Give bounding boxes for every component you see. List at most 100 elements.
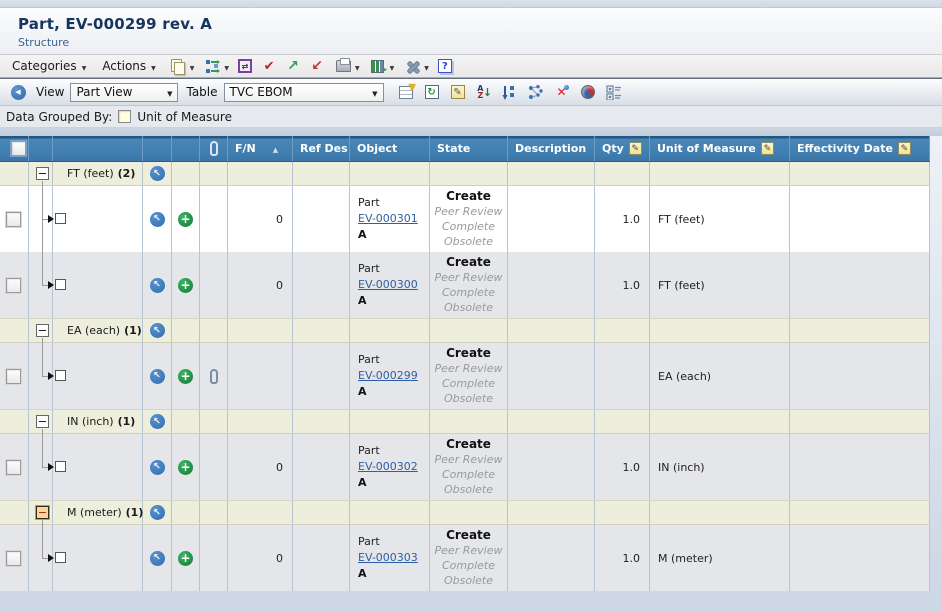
row-checkbox[interactable]	[6, 460, 21, 475]
header-effectivity[interactable]: Effectivity Date	[790, 136, 930, 161]
navigate-group-icon[interactable]	[150, 505, 165, 520]
mass-edit-button[interactable]	[448, 83, 468, 102]
approve-button[interactable]	[259, 57, 279, 76]
qty-cell[interactable]: 1.0	[595, 525, 650, 591]
expand-structure-button[interactable]	[55, 461, 66, 472]
row-checkbox[interactable]	[6, 369, 21, 384]
edit-pencil-icon[interactable]	[629, 142, 642, 155]
actions-menu[interactable]: Actions	[96, 57, 161, 75]
uom-cell[interactable]: EA (each)	[650, 343, 790, 409]
object-link[interactable]: EV-000299	[358, 368, 418, 384]
expand-tree-button[interactable]	[526, 83, 546, 102]
promote-button[interactable]	[283, 57, 303, 76]
chevron-down-icon[interactable]	[190, 60, 195, 73]
effectivity-cell[interactable]	[790, 525, 930, 591]
sort-button[interactable]	[474, 83, 494, 102]
header-nav-cell	[143, 136, 172, 161]
structure-navigate-button[interactable]	[202, 57, 222, 76]
header-ref-des[interactable]: Ref Des	[293, 136, 350, 161]
chevron-down-icon[interactable]	[355, 60, 360, 73]
object-link[interactable]: EV-000303	[358, 550, 418, 566]
expand-structure-button[interactable]	[55, 370, 66, 381]
uom-cell[interactable]: M (meter)	[650, 525, 790, 591]
row-checkbox[interactable]	[6, 278, 21, 293]
tools-icon	[405, 59, 420, 74]
uom-cell[interactable]: FT (feet)	[650, 252, 790, 318]
group-by-checkbox[interactable]	[118, 110, 131, 123]
effectivity-cell[interactable]	[790, 434, 930, 500]
expand-structure-button[interactable]	[55, 552, 66, 563]
help-icon	[438, 59, 452, 73]
filter-button[interactable]	[396, 83, 416, 102]
copy-button[interactable]	[168, 57, 188, 76]
navigate-group-icon[interactable]	[150, 166, 165, 181]
categories-menu[interactable]: Categories	[6, 57, 92, 75]
collapse-group-button-highlighted[interactable]	[36, 506, 49, 519]
header-object[interactable]: Object	[350, 136, 430, 161]
header-description[interactable]: Description	[508, 136, 595, 161]
view-toolbar: View Part View Table TVC EBOM	[0, 78, 942, 105]
header-qty[interactable]: Qty	[595, 136, 650, 161]
add-icon[interactable]	[178, 551, 193, 566]
select-all-checkbox[interactable]	[11, 141, 26, 156]
object-link[interactable]: EV-000301	[358, 211, 418, 227]
row-checkbox[interactable]	[6, 212, 21, 227]
chevron-down-icon[interactable]	[390, 60, 395, 73]
print-button[interactable]	[333, 57, 353, 76]
sync-compare-button[interactable]	[235, 57, 255, 76]
fn-cell: 0	[228, 434, 293, 500]
chevron-down-icon[interactable]	[424, 60, 429, 73]
remove-marker-button[interactable]	[552, 83, 572, 102]
description-cell	[508, 343, 595, 409]
add-icon[interactable]	[178, 212, 193, 227]
object-cell: Part EV-000300 A	[350, 252, 430, 318]
navigate-icon[interactable]	[150, 551, 165, 566]
expand-structure-button[interactable]	[55, 279, 66, 290]
effectivity-cell[interactable]	[790, 343, 930, 409]
collapse-panel-button[interactable]	[8, 83, 28, 102]
qty-cell[interactable]: 1.0	[595, 186, 650, 252]
navigate-icon[interactable]	[150, 460, 165, 475]
attachment-paperclip-icon[interactable]	[210, 369, 218, 384]
navigate-icon[interactable]	[150, 369, 165, 384]
effectivity-cell[interactable]	[790, 186, 930, 252]
header-fn[interactable]: F/N	[228, 136, 293, 161]
header-uom[interactable]: Unit of Measure	[650, 136, 790, 161]
chart-button[interactable]	[578, 83, 598, 102]
export-button[interactable]	[368, 57, 388, 76]
refresh-button[interactable]	[422, 83, 442, 102]
chevron-down-icon[interactable]	[224, 60, 229, 73]
expand-structure-button[interactable]	[55, 213, 66, 224]
tools-button[interactable]	[402, 57, 422, 76]
uom-cell[interactable]: FT (feet)	[650, 186, 790, 252]
add-icon[interactable]	[178, 460, 193, 475]
qty-cell[interactable]: 1.0	[595, 252, 650, 318]
collapse-group-button[interactable]	[36, 324, 49, 337]
table-select[interactable]: TVC EBOM	[224, 83, 384, 102]
expand-all-button[interactable]	[604, 83, 624, 102]
header-state[interactable]: State	[430, 136, 508, 161]
header-attachment-cell[interactable]	[200, 136, 228, 161]
object-link[interactable]: EV-000300	[358, 277, 418, 293]
uom-cell[interactable]: IN (inch)	[650, 434, 790, 500]
add-icon[interactable]	[178, 369, 193, 384]
effectivity-cell[interactable]	[790, 252, 930, 318]
qty-cell[interactable]: 1.0	[595, 434, 650, 500]
navigate-group-icon[interactable]	[150, 414, 165, 429]
object-link[interactable]: EV-000302	[358, 459, 418, 475]
demote-button[interactable]	[307, 57, 327, 76]
collapse-group-button[interactable]	[36, 167, 49, 180]
edit-pencil-icon[interactable]	[761, 142, 774, 155]
navigate-icon[interactable]	[150, 212, 165, 227]
help-button[interactable]	[435, 57, 455, 76]
row-checkbox[interactable]	[6, 551, 21, 566]
add-icon[interactable]	[178, 278, 193, 293]
collapse-tree-button[interactable]	[500, 83, 520, 102]
edit-pencil-icon[interactable]	[898, 142, 911, 155]
view-select[interactable]: Part View	[70, 83, 178, 102]
collapse-group-button[interactable]	[36, 415, 49, 428]
navigate-icon[interactable]	[150, 278, 165, 293]
qty-cell[interactable]	[595, 343, 650, 409]
navigate-group-icon[interactable]	[150, 323, 165, 338]
spacer-band	[0, 128, 942, 136]
